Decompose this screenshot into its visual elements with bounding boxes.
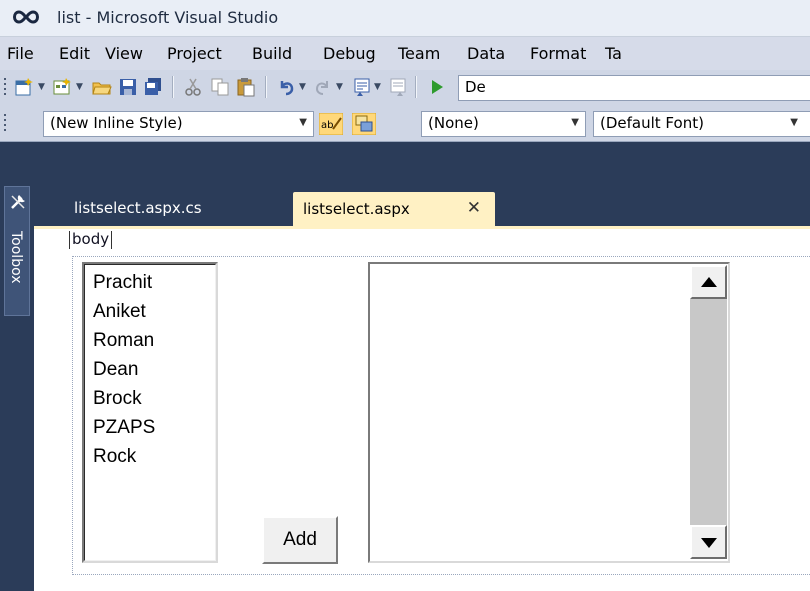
arrow-down-icon	[701, 538, 717, 548]
list-item[interactable]: PZAPS	[93, 417, 155, 439]
formatting-toolbar: (New Inline Style) ▼ ab (None) ▼ (Defaul…	[0, 104, 810, 142]
toolbar-grip[interactable]	[4, 78, 7, 98]
block-format-value: (None)	[428, 114, 479, 132]
visual-studio-logo-icon	[13, 10, 39, 24]
toolbar-separator	[172, 76, 174, 98]
window-title: list - Microsoft Visual Studio	[57, 8, 279, 27]
menu-format[interactable]: Format	[530, 44, 586, 63]
chevron-down-icon: ▼	[790, 117, 798, 128]
apply-new-style-icon[interactable]: ab	[319, 113, 343, 135]
list-item[interactable]: Prachit	[93, 272, 152, 294]
menu-view[interactable]: View	[105, 44, 143, 63]
breadcrumb-body-tag: body	[72, 230, 110, 248]
menu-debug[interactable]: Debug	[323, 44, 376, 63]
solution-configuration-combo[interactable]: De	[458, 75, 810, 101]
names-listbox[interactable]: Prachit Aniket Roman Dean Brock PZAPS Ro…	[82, 262, 218, 563]
standard-toolbar: ▼ ▼ ▼ ▼ ▼ De	[0, 70, 810, 104]
tab-listselect-aspx-cs[interactable]: listselect.aspx.cs	[66, 196, 210, 224]
title-bar: list - Microsoft Visual Studio	[0, 0, 810, 37]
close-icon[interactable]: ✕	[467, 198, 481, 218]
scroll-down-button[interactable]	[690, 525, 727, 559]
toolbox-wrench-icon	[11, 195, 25, 209]
chevron-down-icon: ▼	[299, 117, 307, 128]
copy-icon[interactable]	[210, 77, 230, 97]
toolbar-separator	[265, 76, 267, 98]
toolbox-label: Toolbox	[8, 231, 24, 284]
target-rule-value: (New Inline Style)	[50, 114, 183, 132]
list-item[interactable]: Brock	[93, 388, 142, 410]
redo-icon[interactable]	[313, 77, 333, 97]
tab-label: listselect.aspx.cs	[74, 199, 202, 217]
toolbox-tab[interactable]: Toolbox	[4, 186, 30, 316]
menu-table[interactable]: Ta	[605, 44, 622, 63]
navigate-backward-icon[interactable]	[352, 77, 372, 97]
scroll-up-button[interactable]	[690, 265, 727, 299]
menu-team[interactable]: Team	[398, 44, 440, 63]
add-item-dropdown-icon[interactable]: ▼	[76, 82, 83, 92]
chevron-down-icon: ▼	[571, 117, 579, 128]
navigate-backward-dropdown-icon[interactable]: ▼	[374, 82, 381, 92]
save-icon[interactable]	[118, 77, 138, 97]
list-item[interactable]: Rock	[93, 446, 136, 468]
paste-icon[interactable]	[236, 77, 256, 97]
undo-dropdown-icon[interactable]: ▼	[299, 82, 306, 92]
start-debugging-icon[interactable]	[427, 77, 447, 97]
tab-listselect-aspx[interactable]: listselect.aspx ✕	[293, 192, 495, 226]
menu-project[interactable]: Project	[167, 44, 222, 63]
menu-bar: File Edit View Project Build Debug Team …	[0, 37, 810, 70]
tag-breadcrumb[interactable]: body	[69, 230, 113, 249]
add-item-icon[interactable]	[52, 77, 72, 97]
font-name-value: (Default Font)	[600, 114, 704, 132]
new-project-icon[interactable]	[14, 77, 34, 97]
open-folder-icon[interactable]	[92, 77, 112, 97]
target-rule-combo[interactable]: (New Inline Style) ▼	[43, 111, 314, 137]
arrow-up-icon	[701, 277, 717, 287]
list-item[interactable]: Aniket	[93, 301, 146, 323]
toolbar-separator	[415, 76, 417, 98]
solution-configuration-value: De	[465, 78, 486, 96]
block-format-combo[interactable]: (None) ▼	[421, 111, 586, 137]
undo-icon[interactable]	[276, 77, 296, 97]
svg-text:ab: ab	[321, 120, 333, 131]
add-button[interactable]: Add	[262, 516, 338, 564]
tab-label: listselect.aspx	[303, 200, 410, 218]
display-styles-icon[interactable]	[352, 113, 376, 135]
menu-file[interactable]: File	[7, 44, 34, 63]
menu-build[interactable]: Build	[252, 44, 292, 63]
vertical-scrollbar[interactable]	[690, 265, 727, 559]
redo-dropdown-icon[interactable]: ▼	[336, 82, 343, 92]
list-item[interactable]: Dean	[93, 359, 138, 381]
navigate-forward-icon[interactable]	[388, 77, 408, 97]
menu-edit[interactable]: Edit	[59, 44, 90, 63]
cut-icon[interactable]	[183, 77, 203, 97]
menu-data[interactable]: Data	[467, 44, 505, 63]
toolbar-grip[interactable]	[4, 114, 7, 134]
font-name-combo[interactable]: (Default Font) ▼	[593, 111, 810, 137]
list-item[interactable]: Roman	[93, 330, 154, 352]
new-project-dropdown-icon[interactable]: ▼	[38, 82, 45, 92]
selected-listbox[interactable]	[368, 262, 730, 563]
save-all-icon[interactable]	[143, 77, 163, 97]
